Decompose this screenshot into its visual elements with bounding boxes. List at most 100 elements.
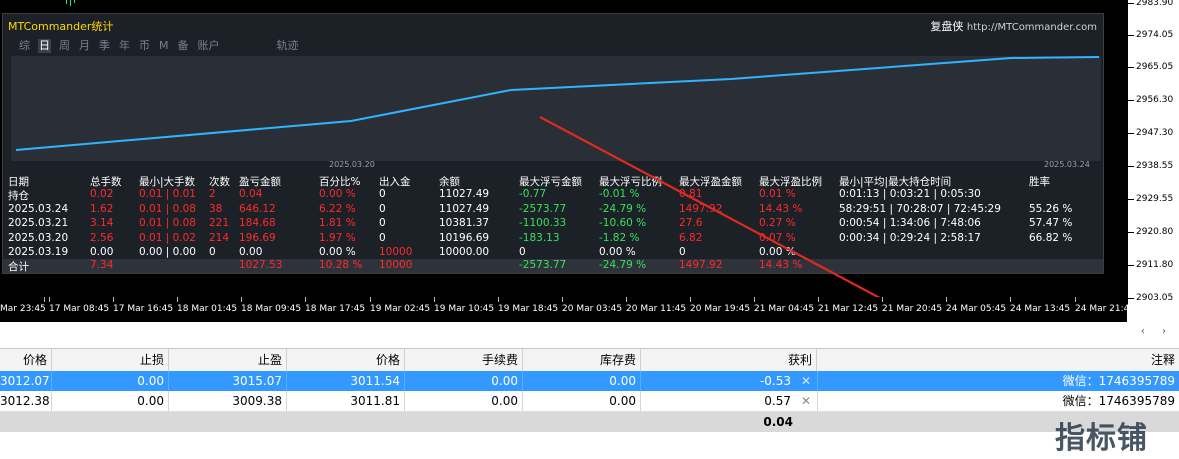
tab-trajectory[interactable]: 轨迹 <box>276 39 300 53</box>
stats-cell: 持仓 <box>8 190 29 202</box>
price-axis[interactable]: 2983.90 2974.05 2965.05 2956.30 2947.30 2938.… <box>1127 0 1179 305</box>
stats-cell: 最大浮亏比例 <box>599 176 662 188</box>
tab-quarterly[interactable]: 季 <box>98 39 111 53</box>
time-tick <box>44 297 45 302</box>
stats-cell: 日期 <box>8 176 29 188</box>
price-label: 2938.55 <box>1136 161 1174 171</box>
stats-cell: 0 <box>379 188 386 200</box>
stats-cell: 57.47 % <box>1029 217 1073 229</box>
stats-cell: 0.27 % <box>759 217 796 229</box>
stats-cell: 次数 <box>209 176 230 188</box>
cell-swap: 0.00 <box>523 371 641 391</box>
time-label: 17 Mar 16:45 <box>113 304 174 314</box>
equity-curve-svg <box>15 56 1100 151</box>
stats-cell: 最小|大手数 <box>139 176 196 188</box>
chart-area[interactable]: MTCommander统计 复盘侠 http://MTCommander.com… <box>0 0 1130 297</box>
price-tick <box>1128 100 1134 101</box>
time-label: 19 Mar 18:45 <box>498 304 559 314</box>
stats-cell: 14.43 % <box>759 259 803 271</box>
col-comment[interactable]: 注释 <box>817 349 1179 371</box>
col-price[interactable]: 价格 <box>0 349 52 371</box>
cell-sl[interactable]: 0.00 <box>52 371 169 391</box>
trade-row-2[interactable]: 3012.38 0.00 3009.38 3011.81 0.00 0.00 0… <box>0 391 1179 412</box>
close-position-icon[interactable]: ✕ <box>801 391 811 411</box>
equity-line <box>15 56 1100 151</box>
time-tick <box>818 297 819 302</box>
tab-weekly[interactable]: 周 <box>58 39 71 53</box>
stats-cell: 646.12 <box>239 202 276 215</box>
mtcommander-stats-panel: MTCommander统计 复盘侠 http://MTCommander.com… <box>2 13 1104 274</box>
trade-terminal: ‹ › 价格 止损 止盈 价格 手续费 库存费 获利 注释 3012.07 0.… <box>0 322 1179 459</box>
stats-cell: 0 <box>679 246 686 258</box>
candle-top-3 <box>74 0 75 3</box>
cell-sl[interactable]: 0.00 <box>52 391 169 411</box>
cell-tp[interactable]: 3015.07 <box>169 371 287 391</box>
time-label: Mar 23:45 <box>0 304 46 314</box>
plot-date-left: 2025.03.20 <box>329 160 375 169</box>
price-label: 2965.05 <box>1136 62 1174 72</box>
time-label: 17 Mar 08:45 <box>49 304 110 314</box>
time-axis[interactable]: Mar 23:45 17 Mar 08:45 17 Mar 16:45 18 Mar … <box>0 297 1135 322</box>
cell-tp[interactable]: 3009.38 <box>169 391 287 411</box>
price-label: 2983.90 <box>1136 0 1174 8</box>
stats-cell: 1497.92 <box>679 259 723 271</box>
stats-cell: 0.00 | 0.00 <box>139 246 196 258</box>
price-tick <box>1128 133 1134 134</box>
brand-url[interactable]: http://MTCommander.com <box>967 22 1097 33</box>
tab-currency[interactable]: 币 <box>138 39 151 53</box>
stats-cell: 2025.03.19 <box>8 246 69 258</box>
tab-backup[interactable]: 备 <box>177 39 190 53</box>
watermark: 指标铺 <box>1055 421 1148 456</box>
stats-cell: 2 <box>209 188 216 200</box>
cell-price: 3012.07 <box>0 371 52 391</box>
stats-cell: -1100.33 <box>519 217 567 229</box>
tab-m[interactable]: M <box>158 39 170 53</box>
stats-cell: 0.00 % <box>319 246 356 258</box>
stats-cell: -1.82 % <box>599 231 640 244</box>
time-label: 21 Mar 12:45 <box>818 304 879 314</box>
cell-current-price: 3011.81 <box>287 391 405 411</box>
time-tick <box>946 297 947 302</box>
col-current-price[interactable]: 价格 <box>287 349 405 371</box>
panel-title: MTCommander统计 <box>8 20 114 33</box>
time-label: 19 Mar 02:45 <box>370 304 431 314</box>
stats-cell: 0.01 % <box>759 188 796 200</box>
stats-cell: 0.01 | 0.08 <box>139 202 196 215</box>
col-tp[interactable]: 止盈 <box>169 349 287 371</box>
stats-cell: 11027.49 <box>439 202 490 215</box>
stats-cell: 184.68 <box>239 217 276 229</box>
panel-brand: 复盘侠 http://MTCommander.com <box>930 18 1097 34</box>
stats-cell: 221 <box>209 217 230 229</box>
price-tick <box>1128 265 1134 266</box>
time-tick <box>626 297 627 302</box>
price-tick <box>1128 199 1134 200</box>
time-label: 20 Mar 11:45 <box>626 304 687 314</box>
time-tick <box>562 297 563 302</box>
col-commission[interactable]: 手续费 <box>405 349 523 371</box>
col-swap[interactable]: 库存费 <box>523 349 641 371</box>
tab-summary[interactable]: 综 <box>18 39 31 53</box>
tab-yearly[interactable]: 年 <box>118 39 131 53</box>
trade-row-1[interactable]: 3012.07 0.00 3015.07 3011.54 0.00 0.00 -… <box>0 371 1179 391</box>
stats-cell: 合计 <box>8 261 29 273</box>
tab-monthly[interactable]: 月 <box>78 39 91 53</box>
close-position-icon[interactable]: ✕ <box>801 371 811 391</box>
col-profit[interactable]: 获利 <box>641 349 817 371</box>
time-label: 20 Mar 19:45 <box>690 304 751 314</box>
stats-cell: 0.04 <box>239 188 263 200</box>
stats-cell: 0 <box>519 246 526 258</box>
col-sl[interactable]: 止损 <box>52 349 169 371</box>
chart-scroll-nav[interactable]: ‹ › <box>1141 326 1173 337</box>
stats-cell: 6.22 % <box>319 202 356 215</box>
stats-cell: 0:00:54 | 1:34:06 | 7:48:06 <box>839 217 981 229</box>
tab-account[interactable]: 账户 <box>197 39 221 53</box>
stats-cell: 2025.03.21 <box>8 217 69 229</box>
cell-price: 3012.38 <box>0 391 52 411</box>
time-tick <box>177 297 178 302</box>
period-tabs: 综 日 周 月 季 年 币 M 备 账户 轨迹 <box>18 39 307 53</box>
tab-daily[interactable]: 日 <box>38 39 51 53</box>
stats-cell: 最大浮盈比例 <box>759 176 822 188</box>
stats-cell: 66.82 % <box>1029 231 1073 244</box>
price-tick <box>1128 3 1134 4</box>
price-label: 2911.80 <box>1136 260 1174 270</box>
